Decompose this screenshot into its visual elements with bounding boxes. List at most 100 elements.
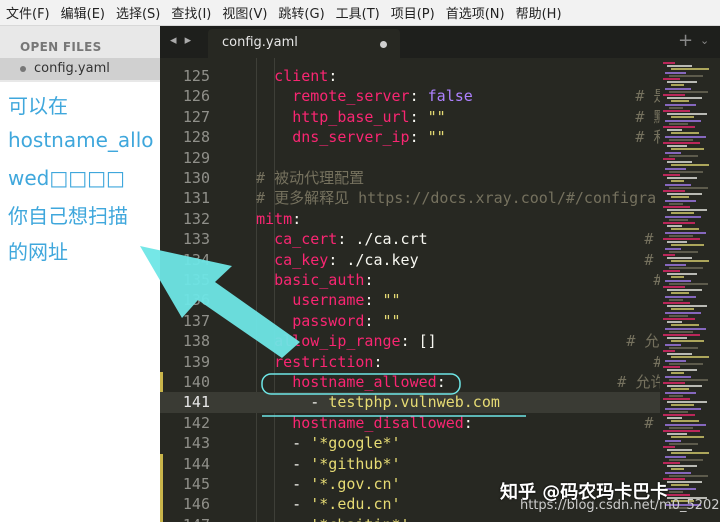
- code-token: # CA: [418, 250, 660, 269]
- minimap-stroke: [665, 407, 701, 410]
- code-line[interactable]: 144 - '*github*': [160, 453, 660, 474]
- tab-label: config.yaml: [222, 35, 298, 50]
- minimap-stroke: [667, 145, 687, 148]
- minimap-stroke: [663, 398, 690, 400]
- code-line[interactable]: 138 allow_ip_range: [] # 允许: [160, 331, 660, 351]
- code-line[interactable]: 143 - '*google*': [160, 433, 660, 453]
- sidebar-file-config-yaml[interactable]: config.yaml: [0, 58, 160, 80]
- code-line[interactable]: 128 dns_server_ip: "" # 和: [160, 127, 660, 147]
- code-text: ca_key: ./ca.key # CA: [238, 250, 660, 270]
- line-number: 131: [182, 189, 210, 208]
- minimap-stroke: [671, 164, 709, 167]
- code-line[interactable]: 127 http_base_url: "" # 默认: [160, 107, 660, 127]
- code-line[interactable]: 141 - testphp.vulnweb.com: [160, 392, 660, 413]
- code-line[interactable]: 129: [160, 148, 660, 168]
- code-line[interactable]: 142 hostname_disallowed: # 不允: [160, 413, 660, 433]
- minimap-stroke: [665, 199, 696, 202]
- code-token: : ./ca.key: [328, 250, 419, 269]
- menu-item[interactable]: 查找(I): [171, 3, 211, 22]
- minimap-stroke: [667, 321, 682, 324]
- minimap-stroke: [665, 471, 691, 474]
- code-line[interactable]: 126 remote_server: false # 是否: [160, 86, 660, 106]
- minimap-stroke: [669, 170, 703, 173]
- line-number: 145: [182, 475, 210, 493]
- line-number: 138: [182, 332, 210, 351]
- menu-item[interactable]: 项目(P): [391, 3, 435, 22]
- minimap-stroke: [665, 295, 696, 298]
- minimap-stroke: [669, 426, 693, 429]
- menu-item[interactable]: 编辑(E): [61, 3, 105, 22]
- code-line[interactable]: 130 # 被动代理配置: [160, 168, 660, 188]
- annotation-note-line: 你自己想扫描: [8, 204, 128, 228]
- menu-item[interactable]: 首选项(N): [446, 3, 505, 22]
- code-line[interactable]: 147 - '*chaitin*': [160, 514, 660, 522]
- menu-item[interactable]: 文件(F): [6, 3, 50, 22]
- code-token: '*github*': [310, 454, 401, 473]
- minimap-stroke: [665, 87, 691, 90]
- menu-item[interactable]: 视图(V): [222, 3, 267, 22]
- tab-dropdown-chevron-icon[interactable]: ⌄: [700, 34, 709, 47]
- line-number: 135: [182, 271, 210, 289]
- minimap-stroke: [671, 436, 704, 439]
- menu-item[interactable]: 帮助(H): [516, 3, 562, 22]
- minimap-stroke: [663, 414, 695, 416]
- line-number: 147: [160, 515, 210, 522]
- code-token: -: [238, 393, 329, 412]
- code-line[interactable]: 132 mitm:: [160, 209, 660, 229]
- menu-item[interactable]: 选择(S): [116, 3, 160, 22]
- minimap-stroke: [665, 215, 701, 218]
- new-tab-plus-icon[interactable]: +: [678, 30, 693, 51]
- minimap-stroke: [671, 212, 694, 215]
- code-line[interactable]: 134 ca_key: ./ca.key # CA: [160, 250, 660, 270]
- tab-nav-arrows-icon[interactable]: ◂ ▸: [170, 33, 193, 48]
- code-line[interactable]: 133 ca_cert: ./ca.crt # CA: [160, 229, 660, 249]
- minimap[interactable]: [660, 58, 720, 522]
- code-line[interactable]: 136 username: "": [160, 290, 660, 310]
- minimap-stroke: [663, 430, 700, 432]
- code-line[interactable]: 140 hostname_allowed: # 允许访问的: [160, 372, 660, 393]
- tab-config-yaml[interactable]: config.yaml: [208, 29, 400, 58]
- code-editor[interactable]: 125 client:126 remote_server: false # 是否…: [160, 58, 660, 522]
- minimap-stroke: [667, 161, 692, 164]
- minimap-stroke: [667, 225, 682, 228]
- minimap-stroke: [665, 279, 691, 282]
- code-line[interactable]: 125 client:: [160, 66, 660, 86]
- menu-item[interactable]: 工具(T): [336, 3, 380, 22]
- code-token: password: [292, 311, 365, 330]
- minimap-stroke: [667, 481, 702, 484]
- line-number: 140: [182, 373, 210, 391]
- line-number: 126: [182, 87, 210, 106]
- code-line[interactable]: 139 restriction: # 代理: [160, 352, 660, 372]
- minimap-stroke: [671, 308, 694, 311]
- minimap-stroke: [671, 324, 699, 327]
- code-text: hostname_disallowed: # 不允: [238, 413, 660, 433]
- code-token: # 更多解释见 https://docs.xray.cool/#/configr…: [238, 189, 657, 208]
- line-number: 143: [182, 434, 210, 453]
- line-number: 133: [182, 230, 210, 249]
- minimap-stroke: [669, 218, 688, 221]
- unsaved-dot-icon[interactable]: [380, 41, 387, 48]
- code-token: :: [364, 311, 383, 330]
- code-line[interactable]: 135 basic_auth: # 基础: [160, 270, 660, 290]
- minimap-stroke: [663, 174, 680, 176]
- line-number: 139: [182, 352, 210, 371]
- minimap-stroke: [663, 334, 700, 336]
- line-number: 134: [182, 250, 210, 269]
- minimap-stroke: [665, 439, 681, 442]
- minimap-stroke: [665, 151, 681, 154]
- code-token: # 是否: [635, 87, 660, 106]
- code-token: :: [409, 128, 428, 147]
- code-token: false: [427, 87, 473, 106]
- menu-item[interactable]: 跳转(G): [278, 3, 324, 22]
- code-text: - testphp.vulnweb.com: [238, 392, 500, 412]
- minimap-stroke: [669, 410, 688, 413]
- open-files-header: OPEN FILES: [20, 40, 102, 54]
- code-line[interactable]: 131 # 更多解释见 https://docs.xray.cool/#/con…: [160, 188, 660, 208]
- tab-bar: ◂ ▸ config.yaml + ⌄: [160, 26, 720, 58]
- code-line[interactable]: 137 password: "": [160, 311, 660, 331]
- sidebar: OPEN FILES config.yaml 可以在 hostname_allo w…: [0, 26, 160, 522]
